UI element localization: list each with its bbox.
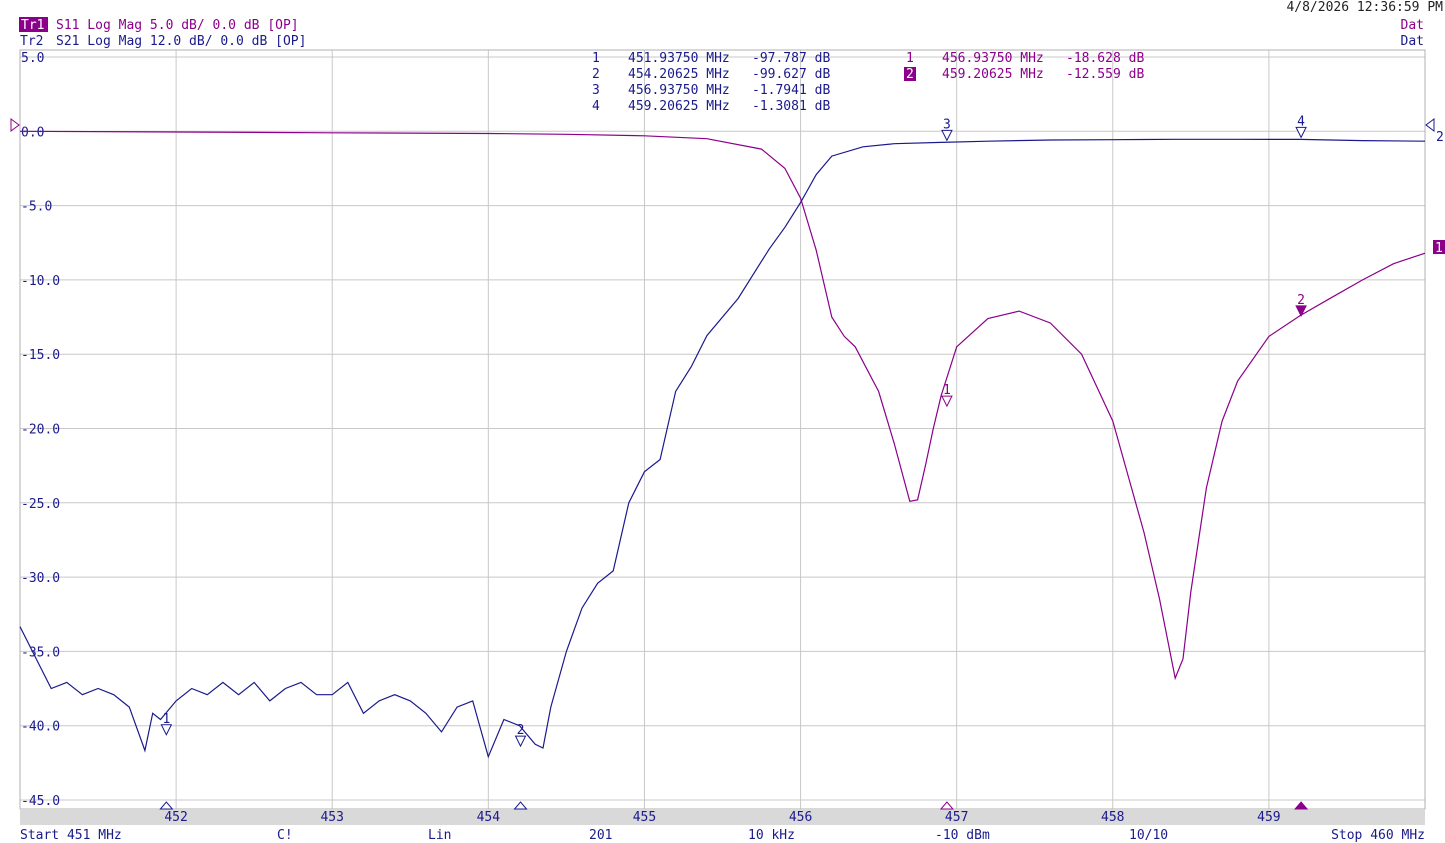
x-axis-bar [20, 809, 1425, 825]
sweep-type[interactable]: Lin [428, 828, 451, 843]
s21-m4-id: 4 [592, 99, 600, 114]
x-tick-label: 456 [789, 810, 812, 825]
s21-marker-label-4: 4 [1297, 114, 1305, 129]
s21-m4-freq: 459.20625 MHz [628, 99, 730, 114]
y-tick-label: -20.0 [21, 423, 60, 438]
calibration-status[interactable]: C! [277, 828, 293, 843]
s21-ref-label: 2 [1436, 130, 1444, 145]
y-tick-label: -40.0 [21, 720, 60, 735]
marker-table-s21: 1 451.93750 MHz -97.787 dB 2 454.20625 M… [592, 51, 830, 114]
vna-display: Tr1 S11 Log Mag 5.0 dB/ 0.0 dB [OP] Tr2 … [10, 0, 1445, 843]
stop-frequency[interactable]: Stop 460 MHz [1331, 828, 1425, 843]
y-tick-label: -45.0 [21, 794, 60, 809]
x-tick-label: 452 [164, 810, 187, 825]
s11-m1-value: -18.628 dB [1066, 51, 1144, 66]
tr1-label[interactable]: S11 Log Mag 5.0 dB/ 0.0 dB [OP] [56, 18, 299, 33]
y-tick-label: -15.0 [21, 348, 60, 363]
s11-marker-label-2: 2 [1297, 293, 1305, 308]
s11-ref-label: 1 [1435, 241, 1443, 256]
tr1-tag[interactable]: Tr1 [21, 18, 44, 33]
s21-m1-id: 1 [592, 51, 600, 66]
marker-stimulus-icon [1294, 801, 1309, 810]
datetime: 4/8/2026 12:36:59 PM [1286, 0, 1443, 15]
tr2-label[interactable]: S21 Log Mag 12.0 dB/ 0.0 dB [OP] [56, 34, 306, 49]
plot-frame [19, 49, 1426, 810]
s21-m2-id: 2 [592, 67, 600, 82]
start-frequency[interactable]: Start 451 MHz [20, 828, 122, 843]
y-tick-label: 0.0 [21, 125, 44, 140]
s21-marker-label-2: 2 [517, 723, 525, 738]
y-tick-label: -5.0 [21, 200, 52, 215]
s11-m1-freq: 456.93750 MHz [942, 51, 1044, 66]
s21-ref-right-icon [1425, 118, 1435, 132]
y-tick-label: -35.0 [21, 645, 60, 660]
x-tick-label: 454 [477, 810, 501, 825]
y-tick-label: -25.0 [21, 497, 60, 512]
x-tick-label: 459 [1257, 810, 1280, 825]
s11-m2-freq: 459.20625 MHz [942, 67, 1044, 82]
marker-stimulus-icon [159, 801, 174, 810]
s21-m2-value: -99.627 dB [752, 67, 830, 82]
y-tick-label: 5.0 [21, 51, 44, 66]
y-tick-label: -30.0 [21, 571, 60, 586]
source-power[interactable]: -10 dBm [935, 828, 990, 843]
s11-m2-id: 2 [906, 67, 914, 82]
marker-table-s11: 1 456.93750 MHz -18.628 dB 2 459.20625 M… [904, 51, 1144, 82]
s21-m3-value: -1.7941 dB [752, 83, 830, 98]
if-bandwidth[interactable]: 10 kHz [748, 828, 795, 843]
y-tick-label: -10.0 [21, 274, 60, 289]
s21-m1-value: -97.787 dB [752, 51, 830, 66]
s11-m2-value: -12.559 dB [1066, 67, 1144, 82]
s11-trace [19, 130, 1426, 681]
s21-m2-freq: 454.20625 MHz [628, 67, 730, 82]
y-axis-ticks: 5.0 0.0 -5.0 -10.0 -15.0 -20.0 -25.0 -30.0 -35.0… [21, 51, 60, 809]
x-tick-label: 458 [1101, 810, 1124, 825]
x-tick-label: 455 [633, 810, 656, 825]
s21-marker-label-3: 3 [943, 117, 951, 132]
s11-marker-label-1: 1 [943, 383, 951, 398]
sweep-points[interactable]: 201 [589, 828, 612, 843]
x-tick-label: 453 [320, 810, 343, 825]
tr1-status: Dat [1401, 18, 1424, 33]
tr2-tag[interactable]: Tr2 [20, 34, 43, 49]
s11-m1-id: 1 [906, 51, 914, 66]
averaging-count[interactable]: 10/10 [1129, 828, 1168, 843]
tr2-status: Dat [1401, 34, 1424, 49]
header: Tr1 S11 Log Mag 5.0 dB/ 0.0 dB [OP] Tr2 … [19, 0, 1443, 49]
s21-marker-label-1: 1 [162, 712, 170, 727]
marker-stimulus-icon [939, 801, 954, 810]
x-tick-label: 457 [945, 810, 968, 825]
marker-stimulus-icon [513, 801, 528, 810]
s11-ref-left-icon [10, 118, 20, 132]
s21-m4-value: -1.3081 dB [752, 99, 830, 114]
s21-m3-freq: 456.93750 MHz [628, 83, 730, 98]
s21-m3-id: 3 [592, 83, 600, 98]
s21-trace [19, 138, 1426, 759]
footer: Start 451 MHz C! Lin 201 10 kHz -10 dBm … [20, 828, 1425, 843]
plot-grid [20, 50, 1425, 809]
s21-m1-freq: 451.93750 MHz [628, 51, 730, 66]
